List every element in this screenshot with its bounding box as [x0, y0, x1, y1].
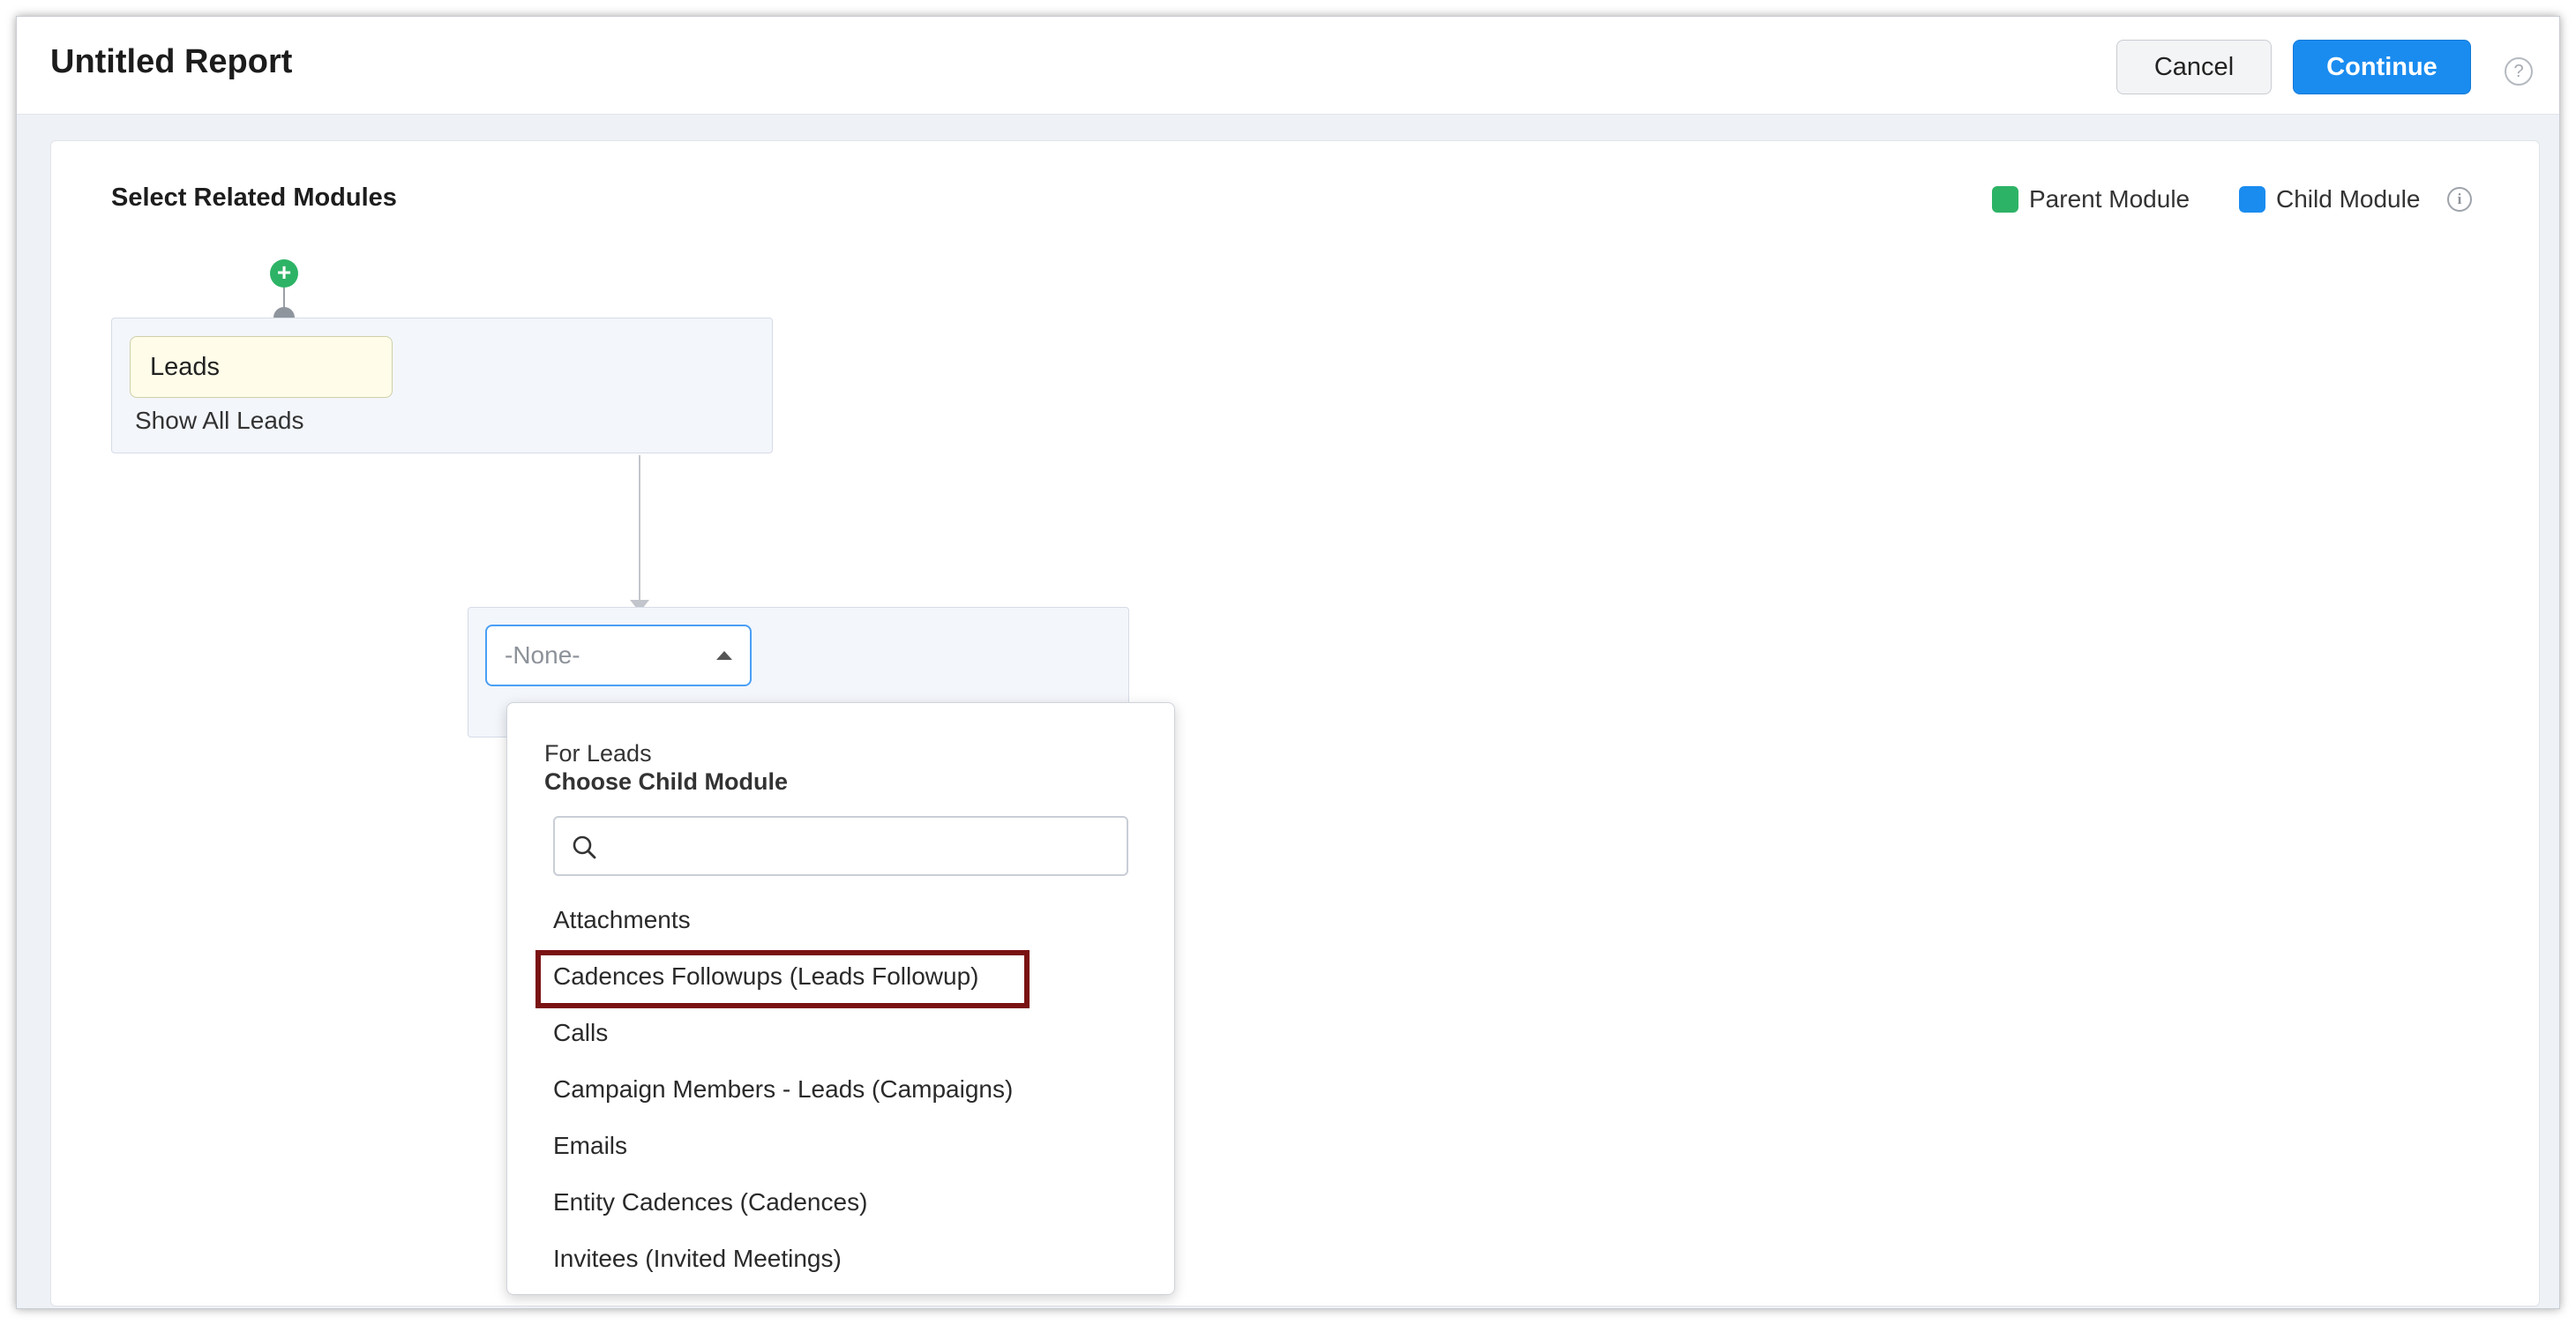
legend-child-label: Child Module [2276, 185, 2421, 213]
section-title: Select Related Modules [111, 183, 397, 212]
legend-parent-module: Parent Module [1992, 185, 2190, 213]
related-modules-panel: Select Related Modules Parent Module Chi… [50, 140, 2540, 1306]
report-window: Untitled Report Cancel Continue ? Select… [16, 16, 2560, 1309]
list-item-emails[interactable]: Emails [507, 1118, 1174, 1174]
search-icon [573, 835, 596, 859]
dropdown-heading: Choose Child Module [544, 768, 788, 795]
question-circle-icon[interactable]: ? [2505, 57, 2533, 86]
parent-module-swatch [1992, 186, 2018, 213]
dropdown-list: Attachments Cadences Followups (Leads Fo… [507, 892, 1174, 1287]
cancel-button[interactable]: Cancel [2116, 40, 2272, 94]
connector-arrow-line [639, 455, 640, 602]
list-item-invitees[interactable]: Invitees (Invited Meetings) [507, 1231, 1174, 1287]
page-title: Untitled Report [50, 43, 293, 80]
child-module-swatch [2239, 186, 2265, 213]
show-all-leads-link[interactable]: Show All Leads [135, 407, 303, 435]
info-circle-icon[interactable]: i [2447, 187, 2472, 212]
list-item-attachments[interactable]: Attachments [507, 892, 1174, 948]
list-item-campaign-members[interactable]: Campaign Members - Leads (Campaigns) [507, 1061, 1174, 1118]
list-item-entity-cadences[interactable]: Entity Cadences (Cadences) [507, 1174, 1174, 1231]
list-item-cadences-followups[interactable]: Cadences Followups (Leads Followup) [507, 948, 1174, 1008]
select-value: -None- [505, 641, 580, 669]
header-bar: Untitled Report Cancel Continue ? [17, 17, 2559, 115]
child-module-dropdown: For Leads Choose Child Module Attachment… [506, 702, 1175, 1295]
caret-up-icon [716, 651, 732, 660]
child-module-select[interactable]: -None- [485, 625, 752, 686]
parent-module-box: Leads Show All Leads [111, 318, 773, 453]
parent-module-chip[interactable]: Leads [130, 336, 393, 398]
connector-line [283, 288, 285, 309]
legend-child-module: Child Module [2239, 185, 2420, 213]
plus-circle-icon[interactable]: + [270, 259, 298, 288]
dropdown-context: For Leads [544, 740, 652, 767]
list-item-calls[interactable]: Calls [507, 1005, 1174, 1061]
dropdown-search-input[interactable] [553, 816, 1128, 876]
legend-parent-label: Parent Module [2029, 185, 2190, 213]
continue-button[interactable]: Continue [2293, 40, 2471, 94]
